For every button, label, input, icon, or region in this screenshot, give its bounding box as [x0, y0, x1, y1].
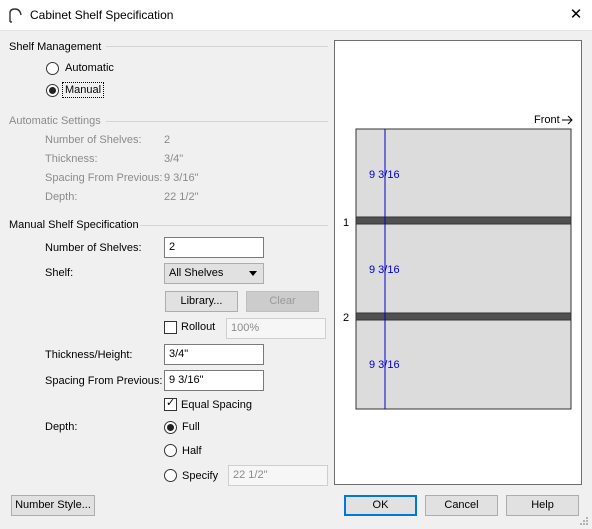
auto-spacing-label: Spacing From Previous: — [45, 172, 163, 184]
spacing-label: Spacing From Previous: — [45, 375, 163, 387]
title-bar: Cabinet Shelf Specification ✕ — [0, 0, 592, 31]
library-button[interactable]: Library... — [165, 291, 238, 312]
equal-spacing-label[interactable]: Equal Spacing — [181, 399, 252, 411]
auto-depth-label: Depth: — [45, 191, 78, 203]
chevron-down-icon — [249, 271, 257, 276]
depth-full-label[interactable]: Full — [182, 421, 200, 433]
shelf-select-value: All Shelves — [169, 267, 224, 279]
shelf-1 — [355, 216, 572, 225]
automatic-settings-label: Automatic Settings — [9, 115, 101, 127]
depth-specify-label[interactable]: Specify — [182, 470, 218, 482]
manual-radio-label[interactable]: Manual — [62, 82, 105, 98]
shelf-preview-diagram: Front 9 3/16 9 3/16 9 3/16 1 2 — [343, 114, 573, 410]
rollout-input[interactable]: 100% — [226, 318, 326, 339]
auto-num-shelves-value: 2 — [164, 134, 171, 146]
manual-spec-label: Manual Shelf Specification — [9, 219, 139, 231]
thickness-label: Thickness/Height: — [45, 349, 133, 361]
check-icon: ✓ — [166, 397, 176, 409]
rollout-label[interactable]: Rollout — [181, 321, 215, 333]
depth-full-radio[interactable] — [164, 421, 177, 434]
depth-half-radio[interactable] — [164, 444, 177, 457]
automatic-radio-label[interactable]: Automatic — [65, 62, 114, 74]
group-divider — [106, 121, 328, 122]
depth-specify-input[interactable]: 22 1/2" — [228, 465, 328, 486]
equal-spacing-checkbox[interactable]: ✓ — [164, 397, 177, 411]
shelf-management-label: Shelf Management — [9, 41, 102, 53]
automatic-radio[interactable] — [46, 62, 59, 75]
spacing-input[interactable]: 9 3/16" — [164, 370, 264, 391]
close-icon[interactable]: ✕ — [567, 6, 585, 24]
shelf-label: Shelf: — [45, 267, 74, 279]
auto-thickness-value: 3/4" — [164, 153, 184, 165]
thickness-input[interactable]: 3/4" — [164, 344, 264, 365]
clear-button[interactable]: Clear — [246, 291, 319, 312]
num-shelves-input[interactable]: 2 — [164, 237, 264, 258]
dimension-label: 9 3/16 — [369, 264, 400, 276]
front-label: Front — [534, 114, 560, 126]
auto-thickness-label: Thickness: — [45, 153, 98, 165]
auto-spacing-value: 9 3/16" — [164, 172, 199, 184]
group-divider — [106, 46, 328, 47]
auto-num-shelves-label: Number of Shelves: — [45, 134, 142, 146]
dimension-label: 9 3/16 — [369, 359, 400, 371]
shelf-select[interactable]: All Shelves — [164, 263, 264, 284]
rollout-checkbox[interactable] — [164, 321, 177, 334]
auto-depth-value: 22 1/2" — [164, 191, 199, 203]
cancel-button[interactable]: Cancel — [425, 495, 498, 516]
manual-radio[interactable] — [46, 84, 59, 97]
cabinet-app-icon — [9, 8, 22, 23]
arrow-right-icon — [562, 115, 573, 125]
window-title: Cabinet Shelf Specification — [30, 8, 174, 22]
num-shelves-label: Number of Shelves: — [45, 242, 142, 254]
depth-half-label[interactable]: Half — [182, 445, 202, 457]
shelf-number-label: 2 — [343, 312, 349, 324]
resize-grip-icon[interactable] — [578, 515, 589, 526]
depth-label: Depth: — [45, 421, 78, 433]
shelf-preview-panel: Front 9 3/16 9 3/16 9 3/16 1 2 — [334, 40, 582, 485]
help-button[interactable]: Help — [506, 495, 579, 516]
shelf-number-label: 1 — [343, 217, 349, 229]
dimension-label: 9 3/16 — [369, 169, 400, 181]
depth-specify-radio[interactable] — [164, 469, 177, 482]
shelf-2 — [355, 312, 572, 321]
group-divider — [140, 225, 328, 226]
number-style-button[interactable]: Number Style... — [11, 495, 95, 516]
ok-button[interactable]: OK — [344, 495, 417, 516]
